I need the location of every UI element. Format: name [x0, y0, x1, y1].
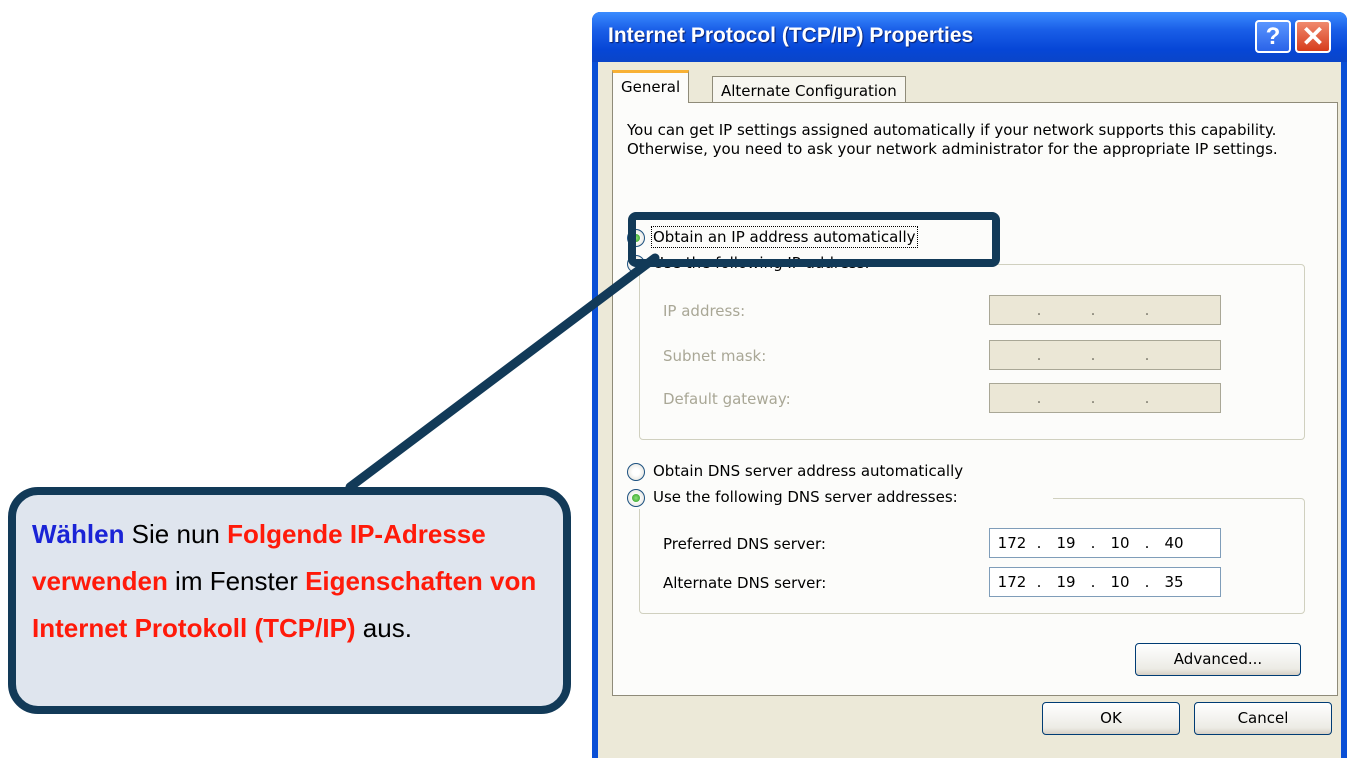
ip-address-label: IP address: — [663, 302, 746, 320]
default-gateway-input: . . . — [989, 383, 1221, 413]
octet-separator: . — [1144, 389, 1150, 407]
obtain-ip-auto-label[interactable]: Obtain an IP address automatically — [651, 226, 918, 248]
tcpip-properties-dialog: Internet Protocol (TCP/IP) Properties ? … — [592, 12, 1347, 758]
dialog-body: General Alternate Configuration You can … — [598, 62, 1341, 758]
octet[interactable]: 19 — [1044, 573, 1088, 591]
preferred-dns-input[interactable]: 172. 19. 10. 40 — [989, 528, 1221, 558]
callout-text-plain: im Fenster — [167, 566, 306, 596]
obtain-dns-auto-option[interactable]: Obtain DNS server address automatically — [627, 461, 1047, 483]
advanced-button[interactable]: Advanced... — [1135, 643, 1301, 676]
octet[interactable]: 19 — [1044, 534, 1088, 552]
ip-address-input: . . . — [989, 295, 1221, 325]
callout-text-plain: aus. — [355, 613, 412, 643]
octet-separator: . — [1144, 573, 1150, 591]
tab-general[interactable]: General — [612, 70, 690, 103]
general-tab-panel: You can get IP settings assigned automat… — [612, 102, 1338, 696]
use-following-dns-option[interactable]: Use the following DNS server addresses: — [627, 487, 1053, 509]
title-bar[interactable]: Internet Protocol (TCP/IP) Properties ? … — [592, 12, 1347, 62]
dialog-title: Internet Protocol (TCP/IP) Properties — [608, 24, 974, 47]
use-following-ip-option[interactable]: Use the following IP address: — [627, 253, 947, 275]
octet-separator: . — [1036, 301, 1042, 319]
obtain-dns-auto-label[interactable]: Obtain DNS server address automatically — [653, 462, 963, 480]
callout-text-choose: Wählen — [32, 519, 125, 549]
octet[interactable]: 172 — [990, 573, 1034, 591]
octet-separator: . — [1090, 534, 1096, 552]
octet[interactable]: 35 — [1152, 573, 1196, 591]
octet-separator: . — [1090, 301, 1096, 319]
obtain-ip-auto-radio[interactable] — [627, 229, 645, 247]
octet-separator: . — [1036, 534, 1042, 552]
help-button[interactable]: ? — [1255, 20, 1291, 53]
octet[interactable]: 172 — [990, 534, 1034, 552]
octet-separator: . — [1036, 346, 1042, 364]
ok-button[interactable]: OK — [1042, 702, 1180, 735]
alternate-dns-label: Alternate DNS server: — [663, 574, 827, 592]
octet-separator: . — [1090, 346, 1096, 364]
subnet-mask-label: Subnet mask: — [663, 347, 767, 365]
intro-text: You can get IP settings assigned automat… — [627, 121, 1278, 158]
instruction-callout: Wählen Sie nun Folgende IP-Adresse verwe… — [8, 487, 571, 714]
use-following-ip-label[interactable]: Use the following IP address: — [653, 254, 870, 272]
use-following-ip-radio[interactable] — [627, 255, 645, 273]
octet-separator: . — [1090, 573, 1096, 591]
octet[interactable]: 40 — [1152, 534, 1196, 552]
alternate-dns-input[interactable]: 172. 19. 10. 35 — [989, 567, 1221, 597]
octet-separator: . — [1144, 301, 1150, 319]
octet[interactable]: 10 — [1098, 534, 1142, 552]
preferred-dns-label: Preferred DNS server: — [663, 535, 826, 553]
use-following-dns-label[interactable]: Use the following DNS server addresses: — [653, 488, 958, 506]
octet-separator: . — [1144, 346, 1150, 364]
close-button[interactable]: ✕ — [1295, 20, 1331, 53]
octet-separator: . — [1036, 389, 1042, 407]
default-gateway-label: Default gateway: — [663, 390, 791, 408]
callout-text-plain: Sie nun — [124, 519, 228, 549]
obtain-ip-auto-option[interactable]: Obtain an IP address automatically — [627, 226, 987, 249]
octet-separator: . — [1090, 389, 1096, 407]
octet-separator: . — [1144, 534, 1150, 552]
obtain-dns-auto-radio[interactable] — [627, 463, 645, 481]
octet[interactable]: 10 — [1098, 573, 1142, 591]
cancel-button[interactable]: Cancel — [1194, 702, 1332, 735]
subnet-mask-input: . . . — [989, 340, 1221, 370]
octet-separator: . — [1036, 573, 1042, 591]
use-following-dns-radio[interactable] — [627, 489, 645, 507]
